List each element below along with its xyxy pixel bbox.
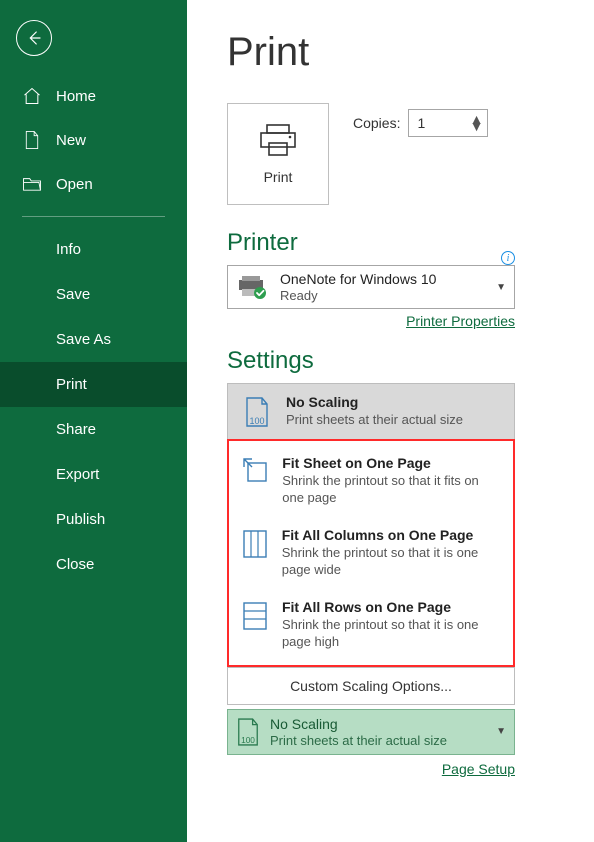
printer-icon [257, 123, 299, 159]
sidebar-item-label: Print [56, 376, 87, 393]
copies-value: 1 [417, 115, 425, 131]
sidebar-item-close[interactable]: Close [0, 542, 187, 587]
scaling-option-no-scaling[interactable]: 100 No Scaling Print sheets at their act… [228, 384, 514, 439]
scaling-option-fit-sheet[interactable]: Fit Sheet on One Page Shrink the printou… [229, 445, 513, 517]
sidebar-item-new[interactable]: New [0, 118, 187, 162]
sidebar-item-save[interactable]: Save [0, 272, 187, 317]
custom-scaling-label: Custom Scaling Options... [290, 678, 452, 694]
scaling-option-fit-columns[interactable]: Fit All Columns on One Page Shrink the p… [229, 517, 513, 589]
sidebar-item-label: Save As [56, 331, 111, 348]
sidebar-item-info[interactable]: Info [0, 227, 187, 272]
svg-text:100: 100 [249, 416, 264, 426]
fit-rows-icon [241, 599, 270, 631]
folder-open-icon [22, 174, 42, 194]
print-button[interactable]: Print [227, 103, 329, 205]
copies-spinner[interactable]: ▲ ▼ [470, 116, 484, 130]
current-scaling-title: No Scaling [270, 716, 447, 732]
info-icon[interactable]: i [501, 251, 515, 265]
option-desc: Shrink the printout so that it fits on o… [282, 472, 501, 507]
sidebar-item-label: Publish [56, 511, 105, 528]
chevron-down-icon: ▼ [496, 282, 506, 293]
printer-selector[interactable]: OneNote for Windows 10 Ready ▼ [227, 265, 515, 309]
scaling-option-fit-rows[interactable]: Fit All Rows on One Page Shrink the prin… [229, 589, 513, 661]
fit-sheet-icon [241, 455, 270, 485]
printer-properties-link[interactable]: Printer Properties [406, 313, 515, 329]
sidebar-item-label: Open [56, 176, 93, 193]
sidebar-item-label: Home [56, 88, 96, 105]
option-title: Fit Sheet on One Page [282, 455, 501, 471]
option-desc: Shrink the printout so that it is one pa… [282, 544, 501, 579]
option-title: Fit All Rows on One Page [282, 599, 501, 615]
option-desc: Print sheets at their actual size [286, 411, 463, 429]
sidebar-item-print[interactable]: Print [0, 362, 187, 407]
chevron-down-icon: ▼ [470, 123, 484, 130]
chevron-down-icon: ▼ [496, 726, 506, 737]
print-button-label: Print [264, 169, 293, 185]
fit-columns-icon [241, 527, 270, 559]
scaling-options-list: 100 No Scaling Print sheets at their act… [227, 383, 515, 705]
sidebar-item-home[interactable]: Home [0, 74, 187, 118]
option-title: Fit All Columns on One Page [282, 527, 501, 543]
option-desc: Shrink the printout so that it is one pa… [282, 616, 501, 651]
printer-section-title: Printer [227, 229, 298, 257]
custom-scaling-options[interactable]: Custom Scaling Options... [228, 667, 514, 704]
copies-label: Copies: [353, 115, 400, 131]
sidebar-item-export[interactable]: Export [0, 452, 187, 497]
highlighted-fit-options: Fit Sheet on One Page Shrink the printou… [227, 439, 515, 667]
document-icon [22, 130, 42, 150]
scaling-selector[interactable]: 100 No Scaling Print sheets at their act… [227, 709, 515, 755]
page-title: Print [227, 30, 554, 75]
sidebar-item-label: Share [56, 421, 96, 438]
sidebar-item-save-as[interactable]: Save As [0, 317, 187, 362]
sidebar-item-open[interactable]: Open [0, 162, 187, 206]
settings-section-title: Settings [227, 347, 554, 375]
no-scaling-icon: 100 [236, 717, 260, 747]
copies-input[interactable]: 1 ▲ ▼ [408, 109, 488, 137]
svg-text:100: 100 [241, 735, 255, 745]
page-setup-link[interactable]: Page Setup [442, 761, 515, 777]
sidebar-item-label: Info [56, 241, 81, 258]
arrow-left-icon [25, 29, 43, 47]
sidebar-separator [22, 216, 165, 217]
back-button[interactable] [16, 20, 52, 56]
backstage-sidebar: Home New Open Info Save Save As Print Sh… [0, 0, 187, 842]
printer-name: OneNote for Windows 10 [280, 271, 436, 287]
printer-ready-icon [236, 274, 270, 300]
no-scaling-icon: 100 [240, 394, 274, 428]
printer-status: Ready [280, 288, 436, 303]
sidebar-item-publish[interactable]: Publish [0, 497, 187, 542]
home-icon [22, 86, 42, 106]
sidebar-item-label: Close [56, 556, 94, 573]
sidebar-item-share[interactable]: Share [0, 407, 187, 452]
option-title: No Scaling [286, 394, 463, 410]
sidebar-item-label: Export [56, 466, 99, 483]
print-page: Print Print Copies: 1 ▲ ▼ [187, 0, 594, 842]
sidebar-item-label: Save [56, 286, 90, 303]
current-scaling-desc: Print sheets at their actual size [270, 733, 447, 748]
sidebar-item-label: New [56, 132, 86, 149]
